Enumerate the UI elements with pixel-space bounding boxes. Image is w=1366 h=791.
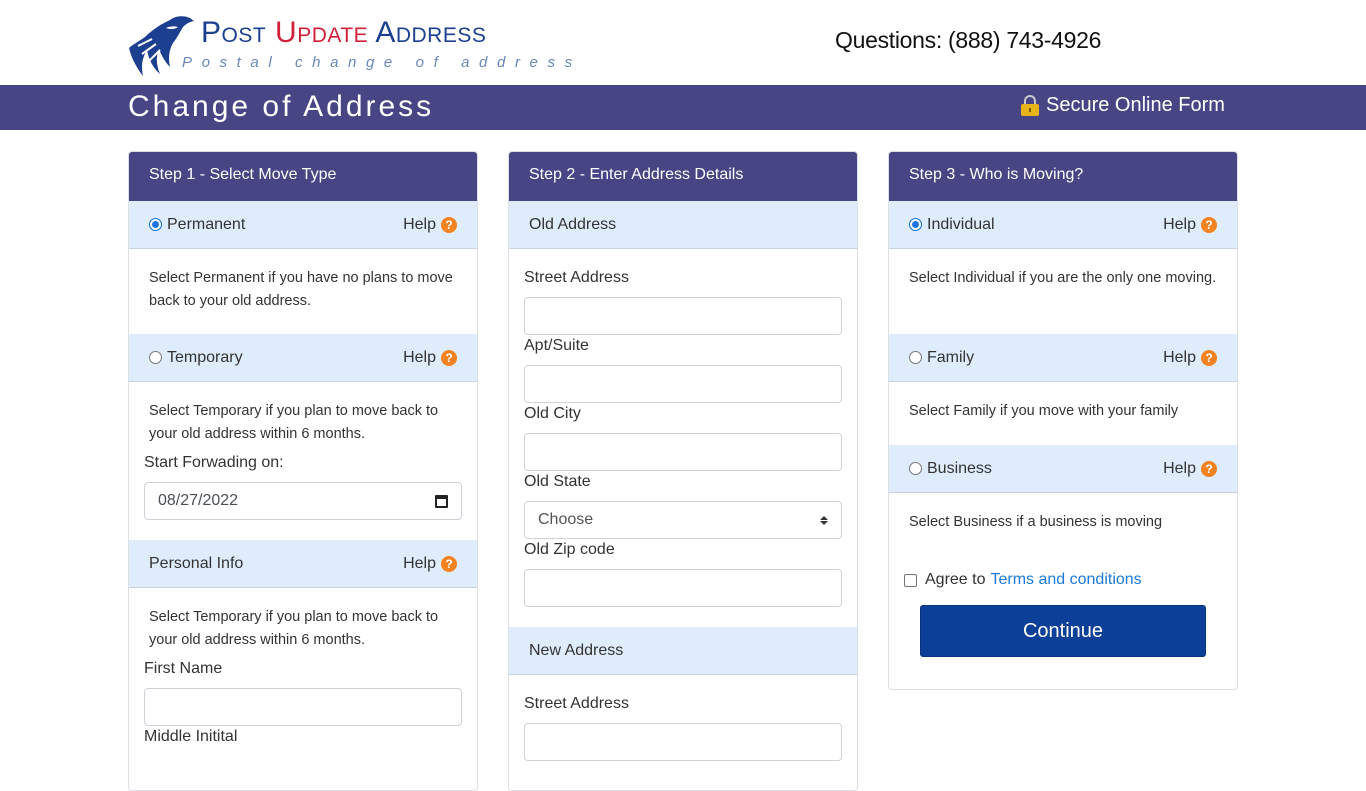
help-label: Help [403,348,436,366]
permanent-help-button[interactable]: Help ? [403,216,457,234]
question-circle-icon[interactable]: ? [1201,349,1217,366]
personal-info-header: Personal Info Help ? [129,540,477,588]
help-label: Help [1163,348,1196,366]
old-apt-label: Apt/Suite [524,337,589,354]
old-street-label: Street Address [524,269,629,286]
temporary-radio[interactable] [149,351,162,364]
terms-link[interactable]: Terms and conditions [990,571,1141,589]
new-address-header: New Address [509,627,857,675]
lock-icon [1021,94,1039,117]
permanent-radio[interactable] [149,218,162,231]
step2-header: Step 2 - Enter Address Details [509,152,857,201]
business-description: Select Business if a business is moving [909,514,1163,530]
step1-header: Step 1 - Select Move Type [129,152,477,201]
logo-word-address: Address [375,16,487,49]
option-permanent[interactable]: Permanent Help ? [129,201,477,249]
family-radio[interactable] [909,351,922,364]
question-circle-icon[interactable]: ? [441,555,457,572]
step1-card: Step 1 - Select Move Type Permanent Help… [128,151,478,791]
logo-tagline: Postal change of address [182,54,582,71]
middle-initial-label: Middle Initital [144,728,238,745]
question-circle-icon[interactable]: ? [441,349,457,366]
individual-label: Individual [927,215,995,233]
first-name-label: First Name [144,660,223,677]
old-apt-input[interactable] [524,365,842,403]
questions-phone: Questions: (888) 743-4926 [835,27,1102,53]
business-label: Business [927,459,992,477]
start-forwarding-label: Start Forwading on: [144,454,284,471]
old-zip-label: Old Zip code [524,541,615,558]
family-help-button[interactable]: Help ? [1163,349,1217,367]
site-logo[interactable]: Post Update Address Postal change of add… [128,14,573,82]
continue-button[interactable]: Continue [920,605,1206,657]
page-title: Change of Address [128,90,435,123]
step3-header: Step 3 - Who is Moving? [889,152,1237,201]
new-street-label: Street Address [524,695,629,712]
site-header: Post Update Address Postal change of add… [0,0,1366,85]
start-forwarding-date-input[interactable]: 08/27/2022 [144,482,462,520]
agree-label: Agree to [925,571,986,588]
old-city-input[interactable] [524,433,842,471]
business-help-button[interactable]: Help ? [1163,460,1217,478]
personal-info-label: Personal Info [149,554,244,572]
logo-word-update: Update [275,16,369,49]
temporary-description: Select Temporary if you plan to move bac… [149,403,439,442]
old-zip-input[interactable] [524,569,842,607]
secure-label: Secure Online Form [1046,94,1225,116]
business-radio[interactable] [909,462,922,475]
permanent-description: Select Permanent if you have no plans to… [149,270,453,309]
option-family[interactable]: Family Help ? [889,334,1237,382]
question-circle-icon[interactable]: ? [441,216,457,233]
help-label: Help [403,554,436,572]
help-label: Help [403,215,436,233]
select-arrows-icon [820,515,828,525]
secure-badge: Secure Online Form [1021,94,1225,117]
option-individual[interactable]: Individual Help ? [889,201,1237,249]
individual-description: Select Individual if you are the only on… [909,270,1217,286]
logo-title: Post Update Address [201,16,486,50]
old-state-select[interactable]: Choose [524,501,842,539]
step3-card: Step 3 - Who is Moving? Individual Help … [888,151,1238,690]
old-address-label: Old Address [529,215,617,233]
calendar-icon[interactable] [435,494,448,508]
option-business[interactable]: Business Help ? [889,445,1237,493]
personal-info-description: Select Temporary if you plan to move bac… [149,609,439,648]
family-label: Family [927,348,975,366]
old-state-selected: Choose [538,511,594,528]
new-address-label: New Address [529,641,624,659]
old-address-header: Old Address [509,201,857,249]
temporary-label: Temporary [167,348,243,366]
help-label: Help [1163,459,1196,477]
old-street-input[interactable] [524,297,842,335]
question-circle-icon[interactable]: ? [1201,216,1217,233]
personal-info-help-button[interactable]: Help ? [403,555,457,573]
logo-word-post: Post [201,16,267,49]
individual-radio[interactable] [909,218,922,231]
old-state-label: Old State [524,473,591,490]
family-description: Select Family if you move with your fami… [909,403,1179,419]
step2-card: Step 2 - Enter Address Details Old Addre… [508,151,858,791]
old-city-label: Old City [524,405,581,422]
first-name-input[interactable] [144,688,462,726]
new-street-input[interactable] [524,723,842,761]
start-forwarding-value: 08/27/2022 [158,492,239,509]
temporary-help-button[interactable]: Help ? [403,349,457,367]
option-temporary[interactable]: Temporary Help ? [129,334,477,382]
permanent-label: Permanent [167,215,246,233]
individual-help-button[interactable]: Help ? [1163,216,1217,234]
question-circle-icon[interactable]: ? [1201,460,1217,477]
agree-checkbox[interactable] [904,573,917,587]
help-label: Help [1163,215,1196,233]
agree-terms-row: Agree to Terms and conditions [889,571,1237,589]
title-bar: Change of Address Secure Online Form [0,85,1366,130]
